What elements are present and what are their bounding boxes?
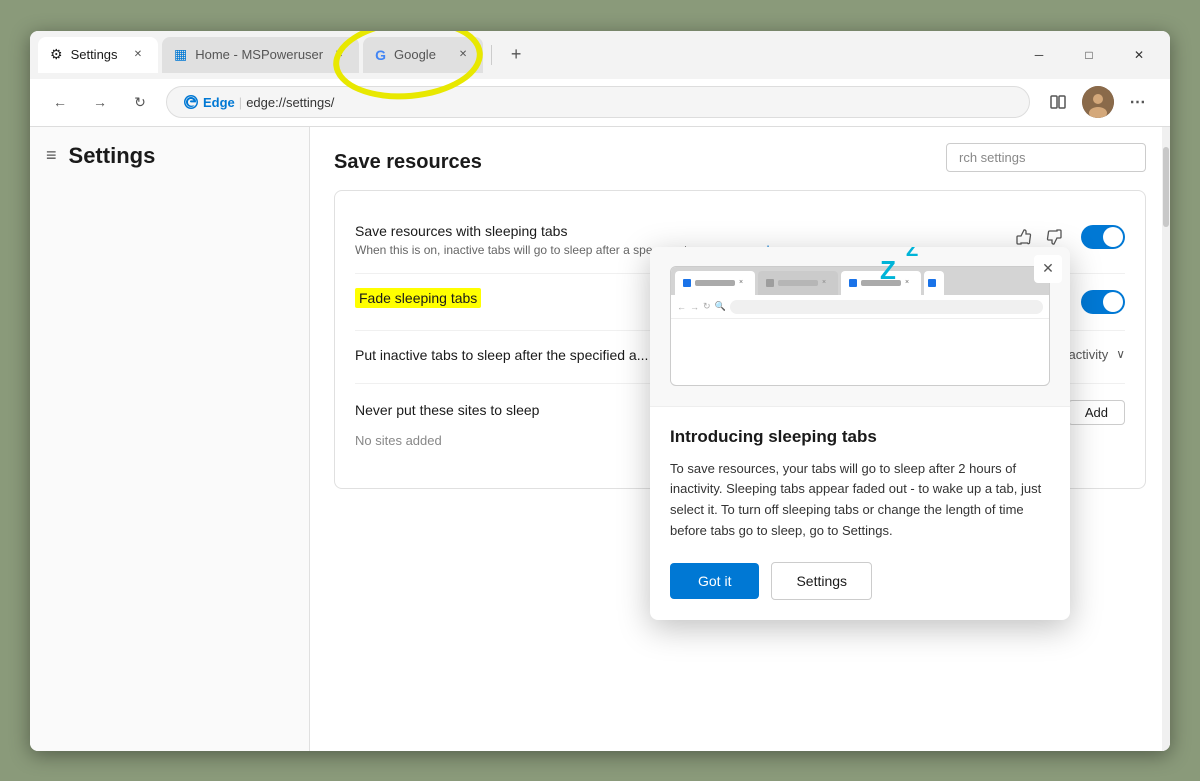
hamburger-menu-icon[interactable]: ≡ bbox=[46, 145, 57, 166]
address-separator: | bbox=[239, 95, 242, 110]
title-bar: ⚙ Settings ✕ ▦ Home - MSPoweruser ✕ G Go… bbox=[30, 31, 1170, 79]
tab-google[interactable]: G Google ✕ bbox=[363, 37, 483, 73]
profile-avatar[interactable] bbox=[1082, 86, 1114, 118]
edge-brand-text: Edge bbox=[203, 95, 235, 110]
new-tab-button[interactable]: + bbox=[500, 39, 532, 71]
got-it-button[interactable]: Got it bbox=[670, 563, 759, 599]
mini-address-bar bbox=[730, 300, 1043, 314]
sleeping-tabs-popup: ✕ × bbox=[650, 247, 1070, 620]
popup-title: Introducing sleeping tabs bbox=[670, 427, 1050, 447]
popup-description: To save resources, your tabs will go to … bbox=[670, 459, 1050, 542]
mini-refresh-icon: ↻ bbox=[703, 301, 711, 312]
mini-tab-1: × bbox=[675, 271, 755, 295]
split-screen-icon bbox=[1049, 93, 1067, 111]
mini-tab-4 bbox=[924, 271, 944, 295]
refresh-button[interactable]: ↻ bbox=[126, 88, 154, 116]
popup-body: Introducing sleeping tabs To save resour… bbox=[650, 407, 1070, 620]
address-input[interactable]: Edge | edge://settings/ bbox=[166, 86, 1030, 118]
browser-window: ⚙ Settings ✕ ▦ Home - MSPoweruser ✕ G Go… bbox=[30, 31, 1170, 751]
mini-search-icon: 🔍 bbox=[715, 301, 726, 312]
popup-settings-button[interactable]: Settings bbox=[771, 562, 872, 600]
mini-forward-icon: → bbox=[690, 302, 699, 312]
more-options-button[interactable]: ⋯ bbox=[1122, 86, 1154, 118]
popup-illustration: × × bbox=[650, 247, 1070, 407]
popup-overlay: ✕ × bbox=[310, 127, 1170, 751]
google-tab-title: Google bbox=[394, 47, 447, 62]
mspoweruser-tab-icon: ▦ bbox=[174, 46, 187, 63]
mspoweruser-tab-close[interactable]: ✕ bbox=[331, 47, 347, 63]
popup-close-button[interactable]: ✕ bbox=[1034, 255, 1062, 283]
toolbar-right: ⋯ bbox=[1042, 86, 1154, 118]
mini-tab-4-icon bbox=[928, 279, 936, 287]
sidebar: ≡ Settings bbox=[30, 127, 310, 751]
mini-tab-bar: × × bbox=[671, 267, 1049, 295]
url-text: edge://settings/ bbox=[246, 95, 334, 110]
mini-tab-3-close: × bbox=[905, 279, 913, 287]
google-tab-close[interactable]: ✕ bbox=[455, 47, 471, 63]
mini-tab-2: × bbox=[758, 271, 838, 295]
address-bar: ← → ↻ Edge | edge://settings/ bbox=[30, 79, 1170, 127]
back-button[interactable]: ← bbox=[46, 88, 74, 116]
mini-tab-3-icon bbox=[849, 279, 857, 287]
settings-tab-title: Settings bbox=[71, 47, 122, 62]
minimize-button[interactable]: ─ bbox=[1016, 39, 1062, 71]
mini-browser: × × bbox=[670, 266, 1050, 386]
mini-tab-2-icon bbox=[766, 279, 774, 287]
z1-letter: Z bbox=[880, 255, 896, 286]
split-screen-button[interactable] bbox=[1042, 86, 1074, 118]
tab-separator bbox=[491, 45, 492, 65]
plus-icon: + bbox=[511, 44, 522, 65]
settings-tab-close[interactable]: ✕ bbox=[130, 47, 146, 63]
window-controls: ─ □ ✕ bbox=[1016, 39, 1162, 71]
settings-tab-icon: ⚙ bbox=[50, 46, 63, 63]
tab-mspoweruser[interactable]: ▦ Home - MSPoweruser ✕ bbox=[162, 37, 359, 73]
forward-button[interactable]: → bbox=[86, 88, 114, 116]
mini-tab-1-icon bbox=[683, 279, 691, 287]
maximize-button[interactable]: □ bbox=[1066, 39, 1112, 71]
content-area: ≡ Settings rch settings Save resources S… bbox=[30, 127, 1170, 751]
mini-tab-2-label bbox=[778, 280, 818, 286]
mini-tab-2-close: × bbox=[822, 279, 830, 287]
popup-actions: Got it Settings bbox=[670, 562, 1050, 600]
close-button[interactable]: ✕ bbox=[1116, 39, 1162, 71]
mini-toolbar: ← → ↻ 🔍 bbox=[671, 295, 1049, 319]
settings-content: rch settings Save resources Save resourc… bbox=[310, 127, 1170, 751]
z2-letter: Z bbox=[906, 247, 918, 262]
mini-tab-1-close: × bbox=[739, 279, 747, 287]
mini-tab-1-label bbox=[695, 280, 735, 286]
edge-logo-icon bbox=[183, 94, 199, 110]
mspoweruser-tab-title: Home - MSPoweruser bbox=[195, 47, 323, 62]
sidebar-title: Settings bbox=[69, 143, 156, 169]
mini-back-icon: ← bbox=[677, 302, 686, 312]
tab-settings[interactable]: ⚙ Settings ✕ bbox=[38, 37, 158, 73]
sidebar-header: ≡ Settings bbox=[30, 143, 309, 185]
google-tab-icon: G bbox=[375, 47, 386, 63]
avatar-icon bbox=[1082, 86, 1114, 118]
